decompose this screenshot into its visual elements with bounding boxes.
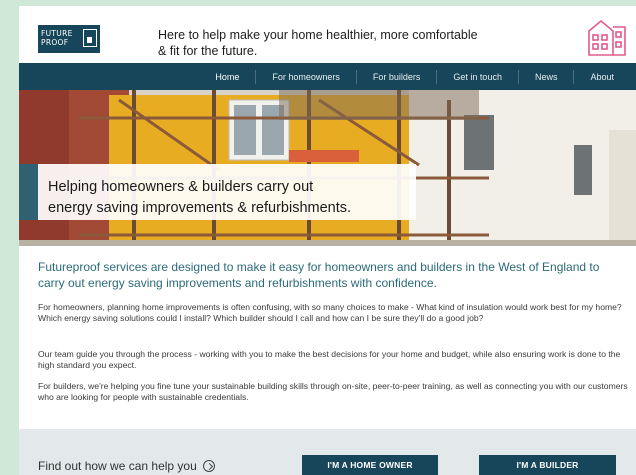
nav-news[interactable]: News — [517, 69, 574, 84]
house-icon — [588, 19, 626, 56]
site-header: FUTURE PROOF Here to help make your home… — [19, 6, 636, 63]
nav-for-homeowners[interactable]: For homeowners — [255, 69, 356, 84]
arrow-right-circle-icon — [202, 460, 215, 472]
logo-house-mark-icon — [83, 29, 97, 47]
hero-caption-line-1: Helping homeowners & builders carry out — [48, 179, 314, 195]
site-tagline: Here to help make your home healthier, m… — [158, 28, 478, 58]
find-out-label: Find out how we can help you — [38, 459, 197, 473]
intro-text: Futureproof services are designed to mak… — [38, 260, 600, 290]
homeowners-paragraph: For homeowners, planning home improvemen… — [38, 302, 622, 323]
nav-get-in-touch[interactable]: Get in touch — [436, 69, 518, 84]
team-guide-paragraph: Our team guide you through the process -… — [38, 349, 621, 370]
nav-home[interactable]: Home — [199, 70, 255, 84]
hero-caption: Helping homeowners & builders carry out … — [19, 164, 416, 220]
builder-button[interactable]: I'M A BUILDER — [479, 455, 616, 475]
main-nav: Home For homeowners For builders Get in … — [19, 63, 636, 90]
builders-paragraph: For builders, we're helping you fine tun… — [38, 381, 628, 402]
page: FUTURE PROOF Here to help make your home… — [19, 6, 636, 475]
nav-about[interactable]: About — [573, 69, 630, 84]
find-out-link[interactable]: Find out how we can help you — [38, 459, 215, 473]
futureproof-logo[interactable]: FUTURE PROOF — [38, 25, 100, 53]
nav-for-builders[interactable]: For builders — [355, 69, 437, 84]
home-owner-button[interactable]: I'M A HOME OWNER — [302, 455, 438, 475]
hero-caption-line-2: energy saving improvements & refurbishme… — [48, 200, 352, 216]
